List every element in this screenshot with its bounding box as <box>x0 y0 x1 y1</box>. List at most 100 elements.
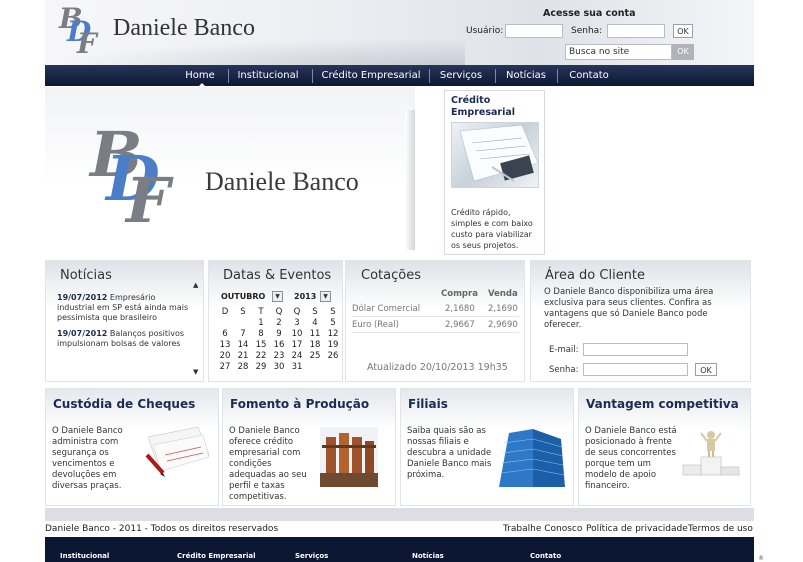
calendar-year-label: 2013 <box>294 292 317 301</box>
calendar-day[interactable]: 7 <box>235 329 251 339</box>
calendar-day[interactable]: 17 <box>289 340 305 350</box>
client-area-text: O Daniele Banco disponibiliza uma área e… <box>544 287 714 330</box>
password-label: Senha: <box>571 26 603 36</box>
credit-document-image[interactable] <box>451 122 539 188</box>
footer-link-termos[interactable]: Termos de uso <box>688 524 753 534</box>
service-title[interactable]: Filiais <box>408 397 448 411</box>
calendar-day[interactable]: 30 <box>271 362 287 372</box>
quote-divider <box>351 332 519 333</box>
footer-nav-noticias[interactable]: Notícias <box>412 552 444 560</box>
calendar-day[interactable]: 5 <box>325 318 341 328</box>
nav-divider <box>557 69 558 83</box>
service-title[interactable]: Fomento à Produção <box>230 397 369 411</box>
quotes-header-sell: Venda <box>488 289 518 299</box>
calendar-day[interactable]: 29 <box>253 362 269 372</box>
calendar-day[interactable]: 25 <box>307 351 323 361</box>
calendar-weekday: T <box>258 307 264 317</box>
calendar-day[interactable]: 21 <box>235 351 251 361</box>
nav-servicos[interactable]: Serviços <box>432 65 490 86</box>
client-email-input[interactable] <box>583 343 688 356</box>
calendar-day[interactable]: 19 <box>325 340 341 350</box>
calendar-day[interactable]: 23 <box>271 351 287 361</box>
factory-image <box>320 427 378 487</box>
calendar-day[interactable]: 20 <box>217 351 233 361</box>
nav-institucional[interactable]: Institucional <box>231 65 305 86</box>
news-item[interactable]: 19/07/2012 Empresário industrial em SP e… <box>57 293 192 323</box>
quotes-panel: Cotações Compra Venda Dólar Comercial 2,… <box>345 260 525 382</box>
year-dropdown-icon[interactable]: ▼ <box>320 291 331 302</box>
nav-credito-empresarial[interactable]: Crédito Empresarial <box>315 65 427 86</box>
scroll-down-icon[interactable]: ▼ <box>193 368 198 376</box>
calendar-day[interactable]: 15 <box>253 340 269 350</box>
nav-noticias[interactable]: Notícias <box>498 65 554 86</box>
events-panel: Datas & Eventos OUTUBRO ▼ 2013 ▼ DSTQQSS… <box>208 260 343 382</box>
quotes-title: Cotações <box>361 268 421 283</box>
calendar-day[interactable]: 16 <box>271 340 287 350</box>
calendar-day[interactable]: 24 <box>289 351 305 361</box>
news-panel: Notícias ▲ 19/07/2012 Empresário industr… <box>45 260 204 382</box>
calendar-day[interactable]: 6 <box>217 329 233 339</box>
cheques-image <box>143 425 213 479</box>
nav-divider <box>429 69 430 83</box>
calendar-day[interactable]: 14 <box>235 340 251 350</box>
banner-shadow <box>405 110 415 250</box>
calendar-day[interactable]: 28 <box>235 362 251 372</box>
footer-link-privacidade[interactable]: Política de privacidade <box>586 524 688 534</box>
calendar-day[interactable]: 22 <box>253 351 269 361</box>
banner-logo-icon: B D F <box>90 118 171 237</box>
calendar-day[interactable]: 12 <box>325 329 341 339</box>
calendar-day[interactable]: 8 <box>253 329 269 339</box>
calendar-day[interactable]: 13 <box>217 340 233 350</box>
nav-contato[interactable]: Contato <box>560 65 618 86</box>
calendar-day[interactable]: 10 <box>289 329 305 339</box>
footer-nav-contato[interactable]: Contato <box>530 552 561 560</box>
service-card-cheques[interactable]: Custódia de Cheques O Daniele Banco admi… <box>45 388 219 506</box>
footer-nav-institucional[interactable]: Institucional <box>60 552 109 560</box>
service-text: Saiba quais são as nossas filiais e desc… <box>407 426 492 480</box>
calendar-day[interactable]: 27 <box>217 362 233 372</box>
calendar-day[interactable]: 2 <box>271 318 287 328</box>
calendar-day[interactable]: 3 <box>289 318 305 328</box>
footer-link-trabalhe-conosco[interactable]: Trabalhe Conosco <box>503 524 582 534</box>
footer-nav-credito[interactable]: Crédito Empresarial <box>177 552 256 560</box>
quote-buy: 2,9667 <box>445 320 475 330</box>
calendar-day[interactable]: 18 <box>307 340 323 350</box>
brand-logo-icon[interactable]: B D F <box>57 2 102 60</box>
footer-nav-servicos[interactable]: Serviços <box>295 552 328 560</box>
username-input[interactable] <box>505 24 563 38</box>
events-title: Datas & Eventos <box>223 268 332 283</box>
search-input[interactable]: Busca no site <box>565 44 672 60</box>
calendar-weekday: S <box>240 307 246 317</box>
service-card-fomento[interactable]: Fomento à Produção O Daniele Banco ofere… <box>222 388 396 506</box>
service-card-filiais[interactable]: Filiais Saiba quais são as nossas filiai… <box>400 388 574 506</box>
service-card-vantagem[interactable]: Vantagem competitiva O Daniele Banco est… <box>578 388 751 506</box>
client-area-title: Área do Cliente <box>545 268 646 283</box>
news-item[interactable]: 19/07/2012 Balanços positivos impulsiona… <box>57 329 192 349</box>
calendar-day[interactable]: 1 <box>253 318 269 328</box>
calendar-day[interactable]: 4 <box>307 318 323 328</box>
login-ok-button[interactable]: OK <box>673 24 693 38</box>
nav-divider <box>312 69 313 83</box>
client-password-label: Senha: <box>549 365 579 375</box>
quote-name: Dólar Comercial <box>352 304 421 314</box>
scroll-up-icon[interactable]: ▲ <box>193 281 198 289</box>
client-login-ok-button[interactable]: OK <box>695 363 717 376</box>
client-password-input[interactable] <box>583 363 688 376</box>
brand-name[interactable]: Daniele Banco <box>113 15 255 42</box>
credit-promo-text: Crédito rápido, simples e com baixo cust… <box>451 208 533 250</box>
podium-image <box>681 429 741 481</box>
service-title[interactable]: Custódia de Cheques <box>53 397 195 411</box>
service-title[interactable]: Vantagem competitiva <box>586 397 739 411</box>
calendar-day[interactable]: 31 <box>289 362 305 372</box>
month-dropdown-icon[interactable]: ▼ <box>272 291 283 302</box>
quote-name: Euro (Real) <box>352 320 399 330</box>
credit-promo-title[interactable]: Crédito Empresarial <box>451 95 531 119</box>
calendar-weekday: S <box>330 307 336 317</box>
calendar-day[interactable]: 26 <box>325 351 341 361</box>
calendar-day[interactable]: 11 <box>307 329 323 339</box>
password-input[interactable] <box>607 24 665 38</box>
calendar-day[interactable]: 9 <box>271 329 287 339</box>
building-image <box>499 429 565 487</box>
search-ok-button[interactable]: OK <box>672 44 694 60</box>
service-text: O Daniele Banco administra com segurança… <box>52 426 123 491</box>
